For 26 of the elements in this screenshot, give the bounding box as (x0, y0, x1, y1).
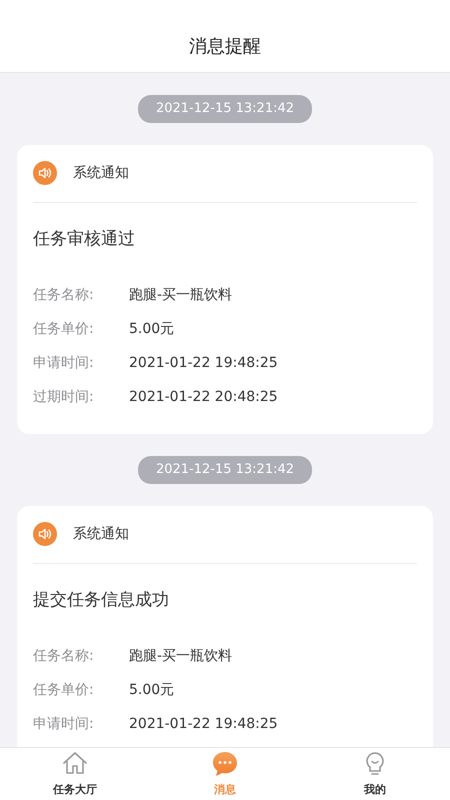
speaker-icon (33, 161, 57, 186)
field-value: 2021-01-22 19:48:25 (129, 714, 278, 734)
field-value: 跑腿-买一瓶饮料 (129, 646, 232, 666)
field-label: 申请时间: (33, 354, 95, 373)
field-label: 任务名称: (33, 646, 95, 666)
notice-source: 系统通知 (73, 524, 129, 544)
field-label: 任务名称: (33, 286, 95, 305)
field-value: 5.00元 (129, 680, 174, 700)
page-title: 消息提醒 (189, 35, 261, 60)
field-label: 任务单价: (33, 320, 95, 339)
notice-source: 系统通知 (73, 164, 129, 183)
tab-item[interactable]: 我的 (330, 748, 420, 800)
message-title: 任务审核通过 (33, 228, 136, 251)
field-label: 申请时间: (33, 714, 95, 734)
message-title: 提交任务信息成功 (33, 588, 170, 612)
speaker-icon (33, 522, 57, 546)
field-value: 跑腿-买一瓶饮料 (129, 286, 232, 305)
field-value: 2021-01-22 19:48:25 (129, 354, 278, 373)
field-label: 任务单价: (33, 680, 95, 700)
timestamp: 2021-12-15 13:21:42 (138, 456, 312, 484)
field-value: 2021-01-22 20:48:25 (129, 388, 278, 407)
chat-bubble-icon (211, 750, 239, 778)
field-label: 过期时间: (33, 388, 95, 407)
tab-item[interactable]: 任务大厅 (30, 748, 120, 800)
timestamp: 2021-12-15 13:21:42 (138, 95, 312, 123)
field-value: 5.00元 (129, 320, 174, 339)
